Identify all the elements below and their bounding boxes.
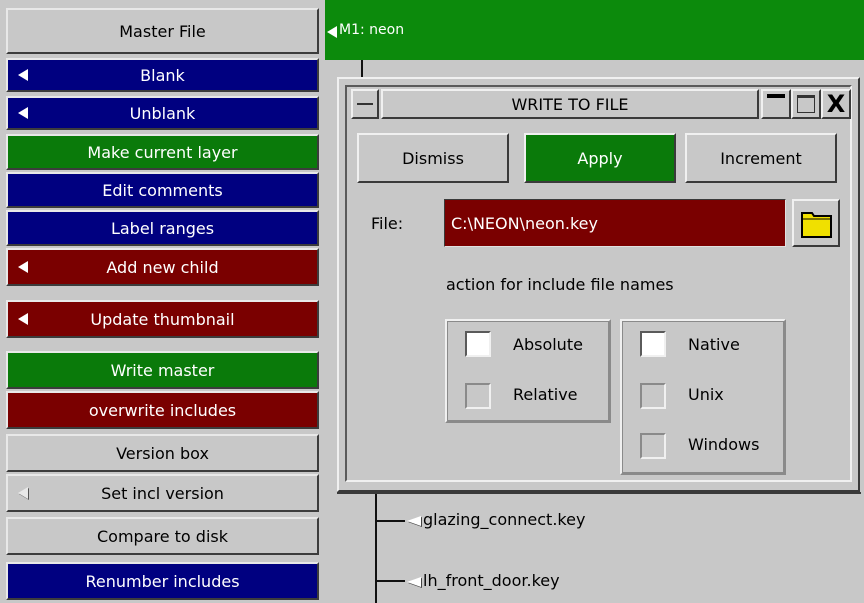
increment-button[interactable]: Increment: [685, 133, 837, 183]
relative-label: Relative: [513, 385, 578, 404]
minimize-button[interactable]: [761, 89, 791, 119]
add-new-child-label: Add new child: [106, 257, 219, 277]
path-type-group: Absolute Relative: [445, 319, 611, 423]
absolute-checkbox[interactable]: [465, 331, 491, 357]
include-names-label: action for include file names: [446, 275, 674, 294]
absolute-label: Absolute: [513, 335, 583, 354]
tree-item[interactable]: lh_front_door.key: [407, 571, 560, 590]
blank-button-label: Blank: [140, 65, 185, 85]
make-current-layer-button[interactable]: Make current layer: [6, 134, 319, 170]
tree-item-label: glazing_connect.key: [423, 510, 586, 529]
write-master-button[interactable]: Write master: [6, 351, 319, 389]
edit-comments-label: Edit comments: [102, 180, 223, 200]
tree-root-node[interactable]: M1: neon: [325, 0, 864, 60]
version-box-button[interactable]: Version box: [6, 434, 319, 472]
set-incl-version-label: Set incl version: [101, 483, 224, 503]
master-file-panel: Master File Blank Unblank Make current l…: [0, 0, 325, 603]
label-ranges-label: Label ranges: [110, 218, 215, 238]
folder-icon: [801, 212, 832, 238]
compare-to-disk-label: Compare to disk: [96, 526, 228, 546]
close-button[interactable]: X: [821, 89, 851, 119]
left-triangle-icon: [18, 69, 28, 81]
dialog-titlebar[interactable]: WRITE TO FILE X: [351, 89, 851, 121]
version-box-label: Version box: [116, 443, 209, 463]
left-triangle-icon: [407, 515, 421, 526]
set-incl-version-button[interactable]: Set incl version: [6, 474, 319, 512]
make-current-layer-label: Make current layer: [87, 142, 238, 162]
os-type-group: Native Unix Windows: [620, 319, 786, 475]
tree-item[interactable]: glazing_connect.key: [407, 510, 585, 529]
tree-connector: [375, 490, 377, 603]
tree-connector: [375, 580, 405, 582]
compare-to-disk-button[interactable]: Compare to disk: [6, 517, 319, 555]
label-ranges-button[interactable]: Label ranges: [6, 210, 319, 246]
native-label: Native: [688, 335, 740, 354]
close-icon: X: [826, 90, 846, 118]
unblank-button-label: Unblank: [129, 103, 196, 123]
windows-label: Windows: [688, 435, 760, 454]
renumber-includes-label: Renumber includes: [85, 571, 240, 591]
maximize-button[interactable]: [791, 89, 821, 119]
add-new-child-button[interactable]: Add new child: [6, 248, 319, 286]
tree-separator: [337, 492, 861, 494]
left-triangle-icon: [18, 261, 28, 273]
write-master-label: Write master: [110, 360, 215, 380]
dialog-title: WRITE TO FILE: [381, 89, 759, 119]
overwrite-includes-label: overwrite includes: [88, 400, 237, 420]
left-triangle-icon: [18, 107, 28, 119]
tree-connector: [375, 520, 405, 522]
native-checkbox[interactable]: [640, 331, 666, 357]
dismiss-button[interactable]: Dismiss: [357, 133, 509, 183]
file-path-field[interactable]: C:\NEON\neon.key: [444, 199, 786, 247]
overwrite-includes-button[interactable]: overwrite includes: [6, 391, 319, 429]
tree-root-label: M1: neon: [339, 22, 405, 38]
maximize-icon: [797, 95, 815, 113]
unblank-button[interactable]: Unblank: [6, 96, 319, 130]
file-label: File:: [371, 214, 404, 233]
browse-folder-button[interactable]: [792, 199, 840, 247]
tree-item-label: lh_front_door.key: [423, 571, 560, 590]
menu-icon: [357, 103, 373, 105]
update-thumbnail-label: Update thumbnail: [90, 309, 235, 329]
window-menu-button[interactable]: [351, 89, 379, 119]
unix-label: Unix: [688, 385, 724, 404]
left-triangle-icon: [407, 576, 421, 587]
left-triangle-icon: [327, 26, 337, 38]
renumber-includes-button[interactable]: Renumber includes: [6, 562, 319, 600]
update-thumbnail-button[interactable]: Update thumbnail: [6, 300, 319, 338]
write-to-file-dialog: WRITE TO FILE X Dismiss Apply Increment …: [337, 77, 860, 492]
edit-comments-button[interactable]: Edit comments: [6, 172, 319, 208]
unix-checkbox[interactable]: [640, 383, 666, 409]
master-file-title: Master File: [6, 8, 319, 54]
left-triangle-icon: [18, 487, 28, 499]
left-triangle-icon: [18, 313, 28, 325]
blank-button[interactable]: Blank: [6, 58, 319, 92]
relative-checkbox[interactable]: [465, 383, 491, 409]
minimize-icon: [767, 94, 785, 98]
windows-checkbox[interactable]: [640, 433, 666, 459]
apply-button[interactable]: Apply: [524, 133, 676, 183]
